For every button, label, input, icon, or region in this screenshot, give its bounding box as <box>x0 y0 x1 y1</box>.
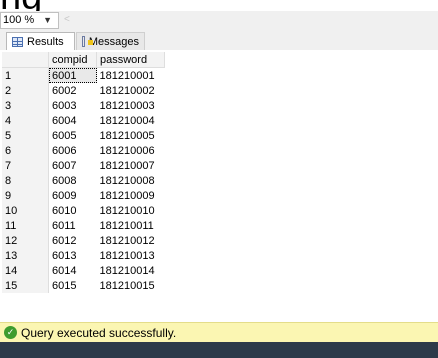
cell-password[interactable]: 181210005 <box>97 128 165 143</box>
table-row[interactable]: 4 6004 181210004 <box>2 113 165 128</box>
table-row[interactable]: 14 6014 181210014 <box>2 263 165 278</box>
cell-compid[interactable]: 6015 <box>49 278 97 293</box>
table-row[interactable]: 8 6008 181210008 <box>2 173 165 188</box>
cell-password[interactable]: 181210014 <box>97 263 165 278</box>
cell-compid[interactable]: 6011 <box>49 218 97 233</box>
table-row[interactable]: 3 6003 181210003 <box>2 98 165 113</box>
column-header-password[interactable]: password <box>96 52 165 68</box>
cell-compid[interactable]: 6002 <box>49 83 97 98</box>
row-number[interactable]: 14 <box>2 263 49 278</box>
column-header-compid[interactable]: compid <box>48 52 97 68</box>
row-number[interactable]: 13 <box>2 248 49 263</box>
query-results-window: ng 100 % ▼ < Results Messages compid pas… <box>0 0 438 358</box>
cell-password[interactable]: 181210002 <box>97 83 165 98</box>
row-number[interactable]: 9 <box>2 188 49 203</box>
chevron-down-icon[interactable]: ▼ <box>43 13 52 28</box>
zoom-value: 100 % <box>3 14 35 26</box>
cell-compid[interactable]: 6013 <box>49 248 97 263</box>
table-row[interactable]: 15 6015 181210015 <box>2 278 165 293</box>
results-tabs: Results Messages <box>0 31 438 51</box>
cell-password[interactable]: 181210011 <box>97 218 165 233</box>
table-row[interactable]: 2 6002 181210002 <box>2 83 165 98</box>
row-number[interactable]: 10 <box>2 203 49 218</box>
table-row[interactable]: 5 6005 181210005 <box>2 128 165 143</box>
row-number[interactable]: 12 <box>2 233 49 248</box>
row-number[interactable]: 2 <box>2 83 49 98</box>
table-row[interactable]: 7 6007 181210007 <box>2 158 165 173</box>
table-row[interactable]: 13 6013 181210013 <box>2 248 165 263</box>
cell-compid[interactable]: 6008 <box>49 173 97 188</box>
tab-results[interactable]: Results <box>6 32 75 50</box>
cell-password[interactable]: 181210007 <box>97 158 165 173</box>
row-number-header[interactable] <box>2 52 49 68</box>
cell-password[interactable]: 181210009 <box>97 188 165 203</box>
table-row[interactable]: 9 6009 181210009 <box>2 188 165 203</box>
results-table: compid password 1 6001 181210001 2 6002 18121… <box>2 52 165 293</box>
header-row: compid password <box>2 52 165 68</box>
cell-password[interactable]: 181210006 <box>97 143 165 158</box>
tab-messages-label: Messages <box>88 35 139 48</box>
status-bar: ✓ Query executed successfully. <box>0 322 438 342</box>
cell-compid[interactable]: 6009 <box>49 188 97 203</box>
cell-password[interactable]: 181210008 <box>97 173 165 188</box>
scroll-left-icon[interactable]: < <box>64 14 70 25</box>
table-row[interactable]: 10 6010 181210010 <box>2 203 165 218</box>
row-number[interactable]: 8 <box>2 173 49 188</box>
cell-compid[interactable]: 6001 <box>48 67 97 83</box>
row-number[interactable]: 15 <box>2 278 49 293</box>
zoom-toolbar: 100 % ▼ < <box>0 11 438 31</box>
cell-compid[interactable]: 6014 <box>49 263 97 278</box>
row-number[interactable]: 7 <box>2 158 49 173</box>
messages-icon <box>82 36 93 47</box>
bottom-panel-strip <box>0 342 438 358</box>
table-row[interactable]: 1 6001 181210001 <box>2 67 165 84</box>
row-number[interactable]: 6 <box>2 143 49 158</box>
tab-results-label: Results <box>27 35 64 48</box>
cell-compid[interactable]: 6006 <box>49 143 97 158</box>
cell-password[interactable]: 181210015 <box>97 278 165 293</box>
cell-compid[interactable]: 6007 <box>49 158 97 173</box>
success-check-icon: ✓ <box>4 326 17 339</box>
cell-compid[interactable]: 6010 <box>49 203 97 218</box>
cell-password[interactable]: 181210010 <box>97 203 165 218</box>
grid-icon <box>12 36 23 47</box>
results-grid[interactable]: compid password 1 6001 181210001 2 6002 18121… <box>0 50 438 318</box>
cell-compid[interactable]: 6005 <box>49 128 97 143</box>
tab-messages[interactable]: Messages <box>76 32 145 50</box>
cell-password[interactable]: 181210003 <box>97 98 165 113</box>
cell-password[interactable]: 181210001 <box>97 68 165 84</box>
row-number[interactable]: 1 <box>2 67 49 83</box>
row-number[interactable]: 5 <box>2 128 49 143</box>
row-number[interactable]: 11 <box>2 218 49 233</box>
zoom-select[interactable]: 100 % ▼ <box>0 12 59 29</box>
cell-compid[interactable]: 6004 <box>49 113 97 128</box>
cell-password[interactable]: 181210012 <box>97 233 165 248</box>
status-message: Query executed successfully. <box>21 325 177 340</box>
cell-password[interactable]: 181210004 <box>97 113 165 128</box>
cell-password[interactable]: 181210013 <box>97 248 165 263</box>
row-number[interactable]: 4 <box>2 113 49 128</box>
cell-compid[interactable]: 6003 <box>49 98 97 113</box>
cell-compid[interactable]: 6012 <box>49 233 97 248</box>
row-number[interactable]: 3 <box>2 98 49 113</box>
table-row[interactable]: 6 6006 181210006 <box>2 143 165 158</box>
table-row[interactable]: 11 6011 181210011 <box>2 218 165 233</box>
table-row[interactable]: 12 6012 181210012 <box>2 233 165 248</box>
